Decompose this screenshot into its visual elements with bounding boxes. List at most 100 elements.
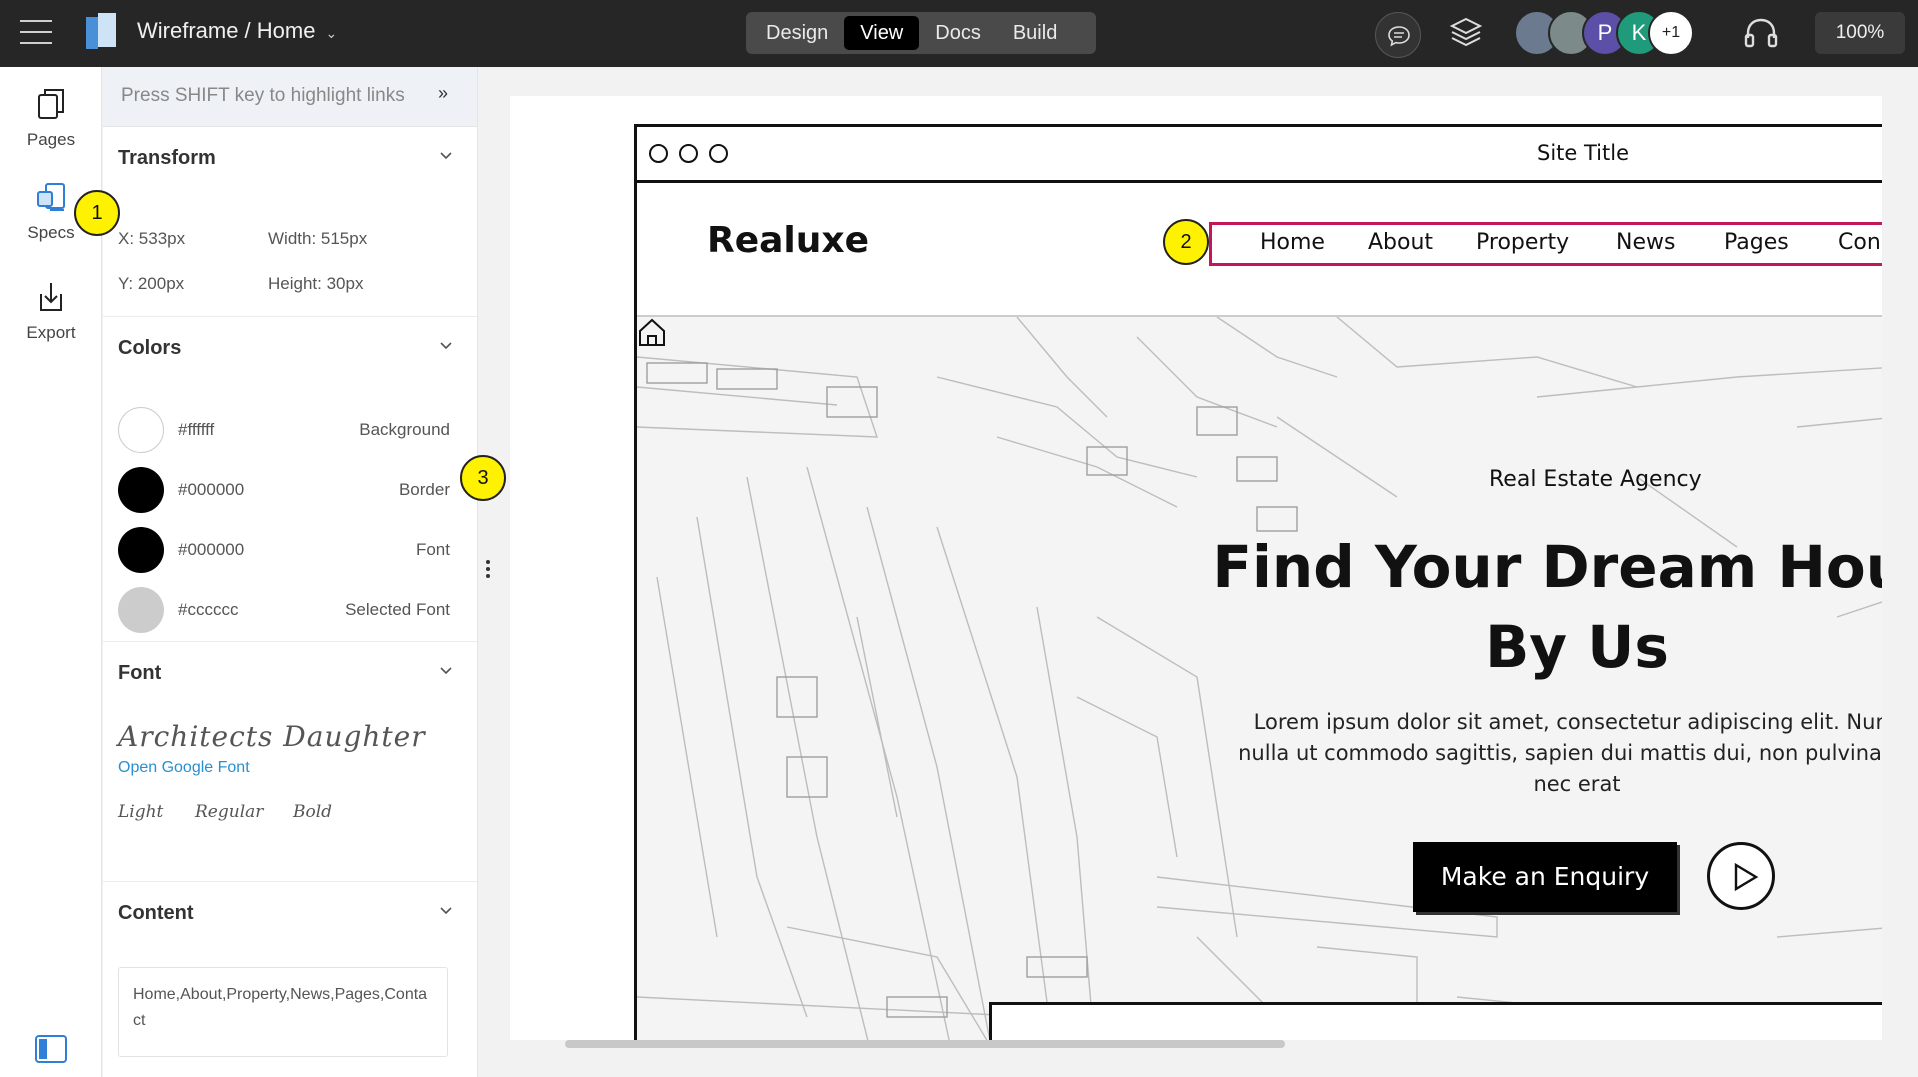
open-google-font-link[interactable]: Open Google Font — [118, 759, 250, 777]
zoom-level[interactable]: 100% — [1815, 12, 1905, 54]
colors-section: Colors #ffffff Background #000000 Border… — [103, 317, 477, 642]
panel-toggle-icon[interactable] — [35, 1035, 67, 1063]
nav-item-contact[interactable]: Con — [1838, 230, 1881, 255]
horizontal-scrollbar[interactable] — [565, 1040, 1285, 1048]
transform-section: Transform X: 533px Width: 515px Y: 200px… — [103, 127, 477, 317]
headphones-icon — [1744, 18, 1778, 48]
tab-docs[interactable]: Docs — [919, 16, 997, 50]
nav-item-home[interactable]: Home — [1260, 230, 1325, 255]
highlight-links-hint: Press SHIFT key to highlight links » — [103, 67, 477, 127]
play-icon — [1734, 862, 1759, 892]
layers-button[interactable] — [1448, 14, 1488, 54]
tab-design[interactable]: Design — [750, 16, 844, 50]
chevron-down-icon[interactable] — [439, 149, 453, 163]
font-section: Font Architects Daughter Open Google Fon… — [103, 642, 477, 882]
wireframe-frame: Site Title Realuxe Home About Property N… — [634, 124, 1882, 1040]
section-title: Transform — [118, 147, 216, 169]
content-section: Content Home,About,Property,News,Pages,C… — [103, 882, 477, 1077]
lead-line: nec erat — [1533, 772, 1621, 796]
color-swatch-background[interactable] — [118, 407, 164, 453]
window-dot — [679, 144, 698, 163]
color-hex: #ffffff — [178, 420, 215, 439]
nav-menu-selected[interactable]: Home About Property News Pages Con — [1209, 222, 1882, 266]
make-enquiry-button[interactable]: Make an Enquiry — [1413, 842, 1677, 912]
nav-item-about[interactable]: About — [1368, 230, 1433, 255]
comment-icon — [1388, 26, 1410, 47]
brand-logo[interactable]: Realuxe — [707, 220, 869, 261]
tab-build[interactable]: Build — [997, 16, 1073, 50]
home-icon — [639, 318, 665, 346]
color-role: Font — [415, 540, 450, 559]
document-title-dropdown[interactable]: Wireframe / Home ⌄ — [137, 18, 337, 44]
nav-item-pages[interactable]: Pages — [1724, 230, 1789, 255]
color-hex: #000000 — [178, 540, 245, 559]
search-card — [989, 1002, 1882, 1040]
window-dot — [709, 144, 728, 163]
width-value: Width: 515px — [268, 229, 368, 248]
headline-line-2: By Us — [1485, 613, 1669, 681]
lead-line: Lorem ipsum dolor sit amet, consectetur … — [1253, 710, 1882, 734]
play-video-button[interactable] — [1707, 842, 1775, 910]
collapse-all-icon[interactable]: » — [438, 83, 448, 104]
chevron-down-icon[interactable] — [439, 904, 453, 918]
content-value[interactable]: Home,About,Property,News,Pages,Contact — [118, 967, 448, 1057]
browser-chrome: Site Title — [637, 127, 1882, 183]
section-title: Content — [118, 902, 194, 924]
window-dot — [649, 144, 668, 163]
tab-view[interactable]: View — [844, 16, 920, 50]
more-users-badge[interactable]: +1 — [1648, 10, 1694, 56]
pages-icon — [38, 89, 64, 119]
mode-switcher: Design View Docs Build — [746, 12, 1096, 54]
color-role: Border — [398, 480, 450, 499]
avatar-initial: K — [1631, 20, 1647, 45]
hero-headline: Find Your Dream Hous By Us — [1207, 527, 1882, 687]
chevron-down-icon[interactable] — [439, 339, 453, 353]
specs-icon — [37, 183, 65, 211]
hint-text: Press SHIFT key to highlight links — [121, 85, 405, 106]
rail-label: Pages — [26, 130, 76, 149]
rail-item-export[interactable]: Export — [0, 280, 102, 343]
collaborators: P K +1 — [1514, 10, 1694, 56]
color-role: Selected Font — [345, 600, 450, 619]
chevron-down-icon[interactable] — [439, 664, 453, 678]
headline-line-1: Find Your Dream Hous — [1212, 533, 1882, 601]
section-title: Font — [118, 662, 162, 684]
font-family-name: Architects Daughter — [118, 720, 426, 753]
comments-button[interactable] — [1375, 12, 1421, 58]
hero-lead-text: Lorem ipsum dolor sit amet, consectetur … — [1202, 707, 1882, 800]
color-hex: #cccccc — [178, 600, 239, 619]
hero-section: Real Estate Agency Find Your Dream Hous … — [637, 317, 1882, 1040]
rail-item-pages[interactable]: Pages — [0, 87, 102, 150]
wireframe-header: Realuxe Home About Property News Pages C… — [637, 186, 1882, 317]
audio-button[interactable] — [1742, 14, 1782, 54]
avatar-initial: P — [1597, 20, 1613, 45]
color-hex: #000000 — [178, 480, 245, 499]
specs-panel: Press SHIFT key to highlight links » Tra… — [103, 67, 478, 1077]
annotation-marker-3[interactable]: 3 — [460, 455, 506, 501]
nav-item-news[interactable]: News — [1616, 230, 1675, 255]
rail-label: Export — [26, 323, 76, 342]
nav-item-property[interactable]: Property — [1476, 230, 1569, 255]
color-swatch-selected-font[interactable] — [118, 587, 164, 633]
height-value: Height: 30px — [268, 274, 364, 293]
app-logo — [86, 13, 118, 49]
color-swatch-font[interactable] — [118, 527, 164, 573]
chevron-down-icon: ⌄ — [325, 25, 338, 41]
font-weight-regular: Regular — [195, 802, 264, 822]
top-bar: Wireframe / Home ⌄ Design View Docs Build… — [0, 0, 1918, 67]
annotation-marker-1[interactable]: 1 — [74, 190, 120, 236]
annotation-marker-2[interactable]: 2 — [1163, 219, 1209, 265]
hero-tagline: Real Estate Agency — [1489, 467, 1702, 492]
panel-resize-handle[interactable] — [486, 560, 492, 582]
section-title: Colors — [118, 337, 182, 359]
font-weight-bold: Bold — [293, 802, 333, 822]
layers-icon — [1449, 17, 1483, 47]
document-title: Wireframe / Home — [137, 18, 316, 43]
export-icon — [40, 283, 62, 311]
color-swatch-border[interactable] — [118, 467, 164, 513]
menu-icon[interactable] — [20, 20, 52, 46]
font-weight-light: Light — [118, 802, 164, 822]
site-title: Site Title — [1537, 141, 1629, 165]
lead-line: nulla ut commodo sagittis, sapien dui ma… — [1238, 741, 1882, 765]
x-value: X: 533px — [118, 229, 186, 248]
